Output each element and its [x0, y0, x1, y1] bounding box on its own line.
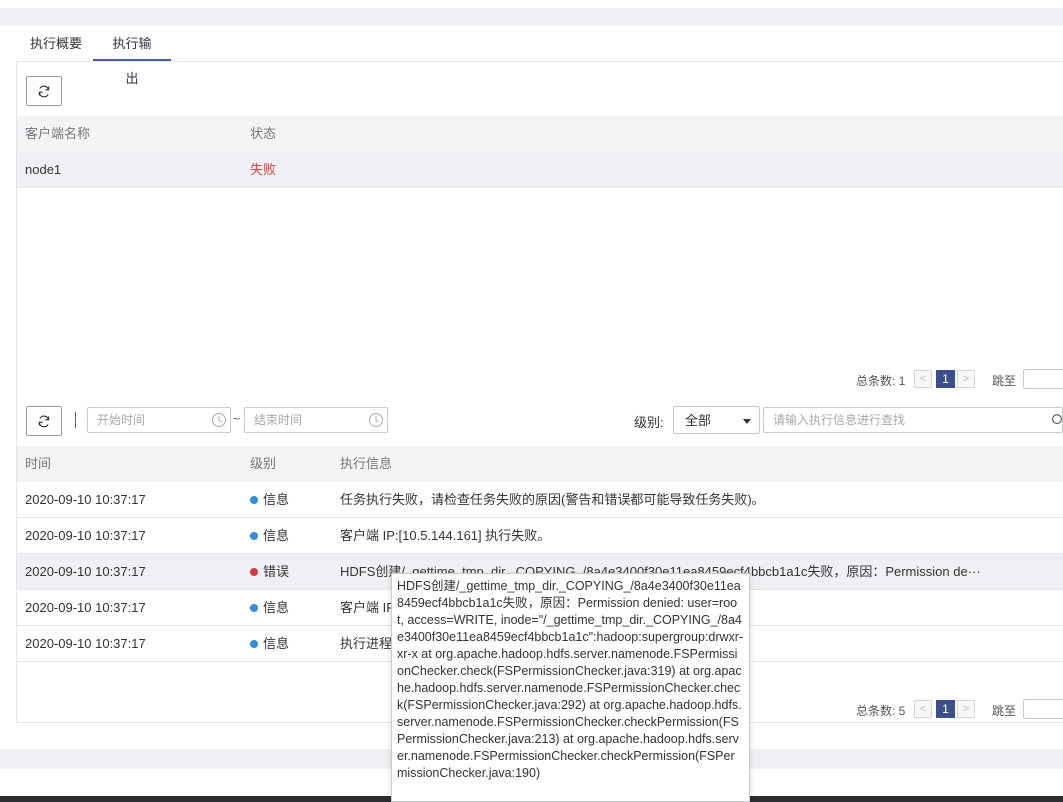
logs-table-header: 时间 级别 执行信息 [17, 446, 1063, 482]
table-row[interactable]: node1 失败 [17, 152, 1063, 188]
time-cell: 2020-09-10 10:37:17 [25, 528, 146, 543]
total-count: 总条数: 1 [856, 374, 906, 388]
search-icon[interactable] [1050, 413, 1063, 427]
clock-icon [212, 413, 226, 427]
col-level: 级别 [250, 456, 277, 471]
info-cell: 客户端 IP:[10.5.144.161] 执行失败。 [340, 528, 551, 543]
time-cell: 2020-09-10 10:37:17 [25, 492, 146, 507]
header-strip [0, 8, 1063, 26]
level-text: 信息 [263, 492, 290, 507]
clients-pagination: 总条数: 1 < 1 > 跳至 [856, 369, 1063, 390]
tab-execution-output[interactable]: 执行输出 [93, 26, 171, 86]
col-exec-info: 执行信息 [340, 456, 393, 471]
level-text: 信息 [263, 528, 290, 543]
jump-label: 跳至 [992, 704, 1017, 718]
info-dot-icon [250, 531, 258, 540]
info-cell: 执行进程 [340, 636, 393, 651]
chevron-down-icon [743, 419, 751, 424]
tab-bar: 执行概要 执行输出 [16, 26, 1063, 86]
table-row[interactable]: 2020-09-10 10:37:17 信息 任务执行失败，请检查任务失败的原因… [17, 482, 1063, 518]
jump-label: 跳至 [992, 374, 1017, 388]
end-time-placeholder: 结束时间 [254, 413, 303, 427]
level-text: 信息 [263, 600, 290, 615]
level-cell: 信息 [250, 626, 289, 662]
refresh-logs-button[interactable] [26, 406, 62, 436]
level-label: 级别: [634, 415, 664, 430]
next-page-button[interactable]: > [957, 700, 975, 718]
refresh-icon [38, 85, 50, 98]
client-name-cell: node1 [25, 162, 62, 177]
level-cell: 信息 [250, 590, 289, 626]
time-cell: 2020-09-10 10:37:17 [25, 600, 146, 615]
info-dot-icon [250, 603, 258, 612]
info-cell: 客户端 IP [340, 600, 395, 615]
level-text: 错误 [263, 564, 290, 579]
start-time-placeholder: 开始时间 [97, 413, 146, 427]
top-bar [0, 0, 1063, 8]
col-client-name: 客户端名称 [25, 126, 91, 141]
table-row[interactable]: 2020-09-10 10:37:17 信息 客户端 IP:[10.5.144.… [17, 518, 1063, 554]
logs-pagination: 总条数: 5 < 1 > 跳至 [856, 699, 1063, 720]
error-detail-tooltip: HDFS创建/_gettime_tmp_dir._COPYING_/8a4e34… [391, 573, 750, 802]
col-status: 状态 [250, 126, 277, 141]
time-cell: 2020-09-10 10:37:17 [25, 636, 146, 651]
refresh-clients-button[interactable] [26, 76, 62, 106]
tab-execution-summary[interactable]: 执行概要 [16, 26, 96, 61]
page-button-current[interactable]: 1 [936, 700, 955, 718]
level-cell: 错误 [250, 554, 289, 590]
info-cell: 任务执行失败，请检查任务失败的原因(警告和错误都可能导致任务失败)。 [340, 492, 765, 507]
col-time: 时间 [25, 456, 52, 471]
info-dot-icon [250, 495, 258, 504]
prev-page-button[interactable]: < [914, 700, 932, 718]
prev-page-button[interactable]: < [914, 370, 932, 388]
level-select-value: 全部 [685, 413, 712, 428]
search-input[interactable]: 请输入执行信息进行查找 [763, 407, 1063, 433]
page-button-current[interactable]: 1 [936, 370, 955, 388]
start-time-input[interactable]: 开始时间 [87, 407, 231, 433]
range-separator: ~ [233, 412, 241, 426]
level-cell: 信息 [250, 518, 289, 554]
error-dot-icon [250, 567, 258, 576]
next-page-button[interactable]: > [957, 370, 975, 388]
end-time-input[interactable]: 结束时间 [244, 407, 388, 433]
jump-page-input[interactable] [1023, 699, 1063, 719]
status-cell: 失败 [250, 162, 277, 177]
total-count: 总条数: 5 [856, 704, 906, 718]
refresh-icon [38, 415, 50, 428]
clock-icon [369, 413, 383, 427]
level-text: 信息 [263, 636, 290, 651]
level-cell: 信息 [250, 482, 289, 518]
jump-page-input[interactable] [1023, 369, 1063, 389]
toolbar-divider [75, 412, 76, 428]
time-cell: 2020-09-10 10:37:17 [25, 564, 146, 579]
info-dot-icon [250, 639, 258, 648]
search-placeholder: 请输入执行信息进行查找 [773, 413, 906, 427]
level-select[interactable]: 全部 [673, 406, 760, 434]
clients-table-header: 客户端名称 状态 [17, 116, 1063, 152]
